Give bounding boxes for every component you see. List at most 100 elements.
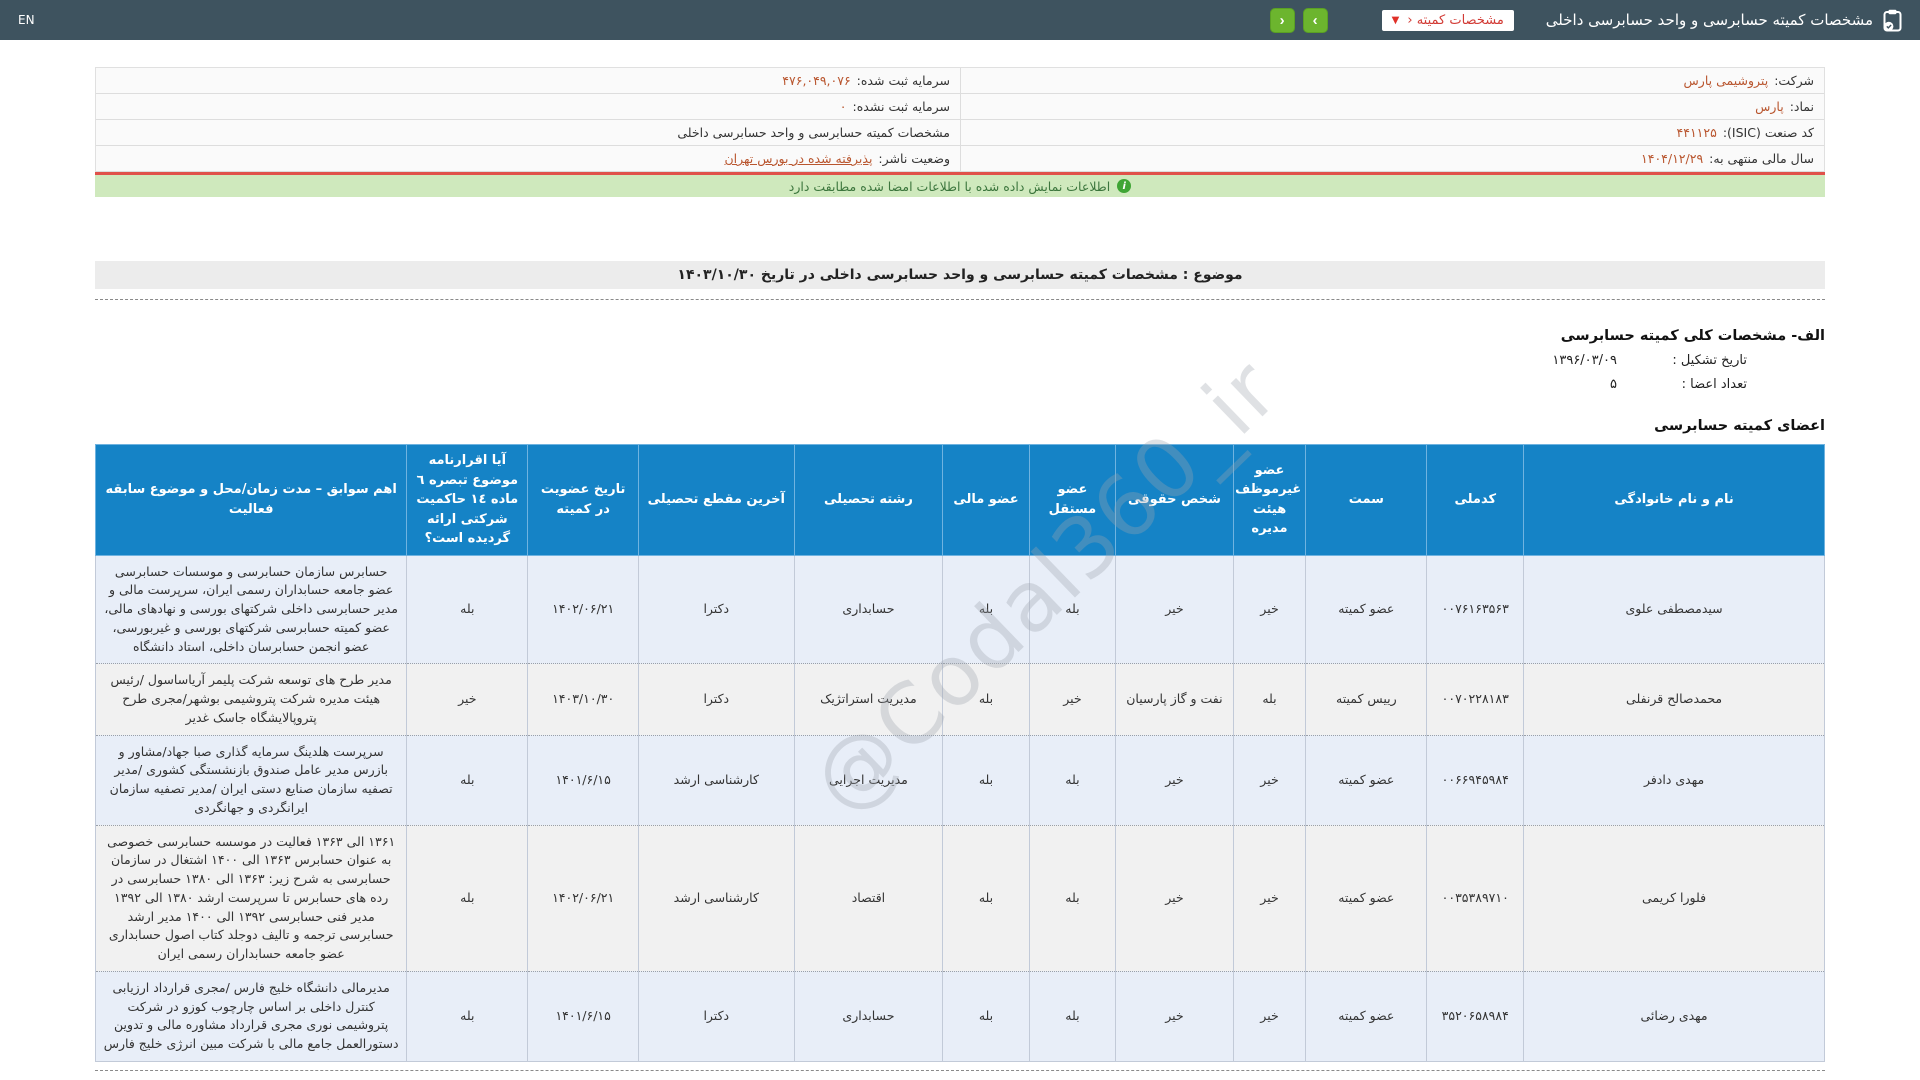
symbol-link[interactable]: پارس <box>1755 99 1784 114</box>
member-history-cell: مدیرمالی دانشگاه خلیج فارس /مجری قرارداد… <box>96 971 407 1061</box>
dashed-separator <box>95 1070 1825 1071</box>
member-cell: بله <box>1233 664 1306 735</box>
formation-date-value: ۱۳۹۶/۰۳/۰۹ <box>1552 353 1617 368</box>
member-cell: محمدصالح قرنفلی <box>1524 664 1825 735</box>
member-cell: نفت و گاز پارسیان <box>1116 664 1234 735</box>
info-row: نماد: پارس سرمایه ثبت نشده: ۰ <box>96 94 1824 120</box>
members-header-row: نام و نام خانوادگیکدملیسمتعضو غیرموظف هی… <box>96 445 1825 556</box>
member-cell: بله <box>1029 735 1115 825</box>
members-column-header: شخص حقوقی <box>1116 445 1234 556</box>
member-cell: بله <box>407 971 528 1061</box>
fiscal-year-value: ۱۴۰۴/۱۲/۲۹ <box>1641 151 1703 166</box>
member-cell: دکترا <box>638 971 794 1061</box>
isic-code-value: ۴۴۱۱۲۵ <box>1677 125 1717 140</box>
company-info-table: شرکت: پتروشیمی پارس سرمایه ثبت شده: ۴۷۶,… <box>95 67 1825 172</box>
registered-capital-label: سرمایه ثبت شده: <box>857 73 950 88</box>
member-cell: خیر <box>1116 555 1234 664</box>
member-cell: کارشناسی ارشد <box>638 735 794 825</box>
member-count-label: تعداد اعضا : <box>1651 377 1747 392</box>
member-cell: اقتصاد <box>794 825 943 971</box>
report-type-dropdown[interactable]: مشخصات کمیته ‹ ▼ <box>1382 10 1514 31</box>
issuer-status-link[interactable]: پذیرفته شده در بورس تهران <box>724 151 872 166</box>
member-count-row: تعداد اعضا : ۵ <box>95 377 1825 392</box>
member-cell: خیر <box>1116 825 1234 971</box>
member-history-cell: حسابرس سازمان حسابرسی و موسسات حسابرسی ع… <box>96 555 407 664</box>
members-column-header: رشته تحصیلی <box>794 445 943 556</box>
member-cell: بله <box>943 825 1029 971</box>
symbol-label: نماد: <box>1790 99 1814 114</box>
formation-date-row: تاریخ تشکیل : ۱۳۹۶/۰۳/۰۹ <box>95 353 1825 368</box>
member-cell: عضو کمیته <box>1306 825 1427 971</box>
isic-code-label: کد صنعت (ISIC): <box>1723 125 1814 140</box>
member-cell: عضو کمیته <box>1306 555 1427 664</box>
members-column-header: سمت <box>1306 445 1427 556</box>
fiscal-year-label: سال مالی منتهی به: <box>1709 151 1814 166</box>
audit-committee-members-table: نام و نام خانوادگیکدملیسمتعضو غیرموظف هی… <box>95 444 1825 1062</box>
member-row: سیدمصطفی علوی۰۰۷۶۱۶۳۵۶۳عضو کمیتهخیرخیربل… <box>96 555 1825 664</box>
member-cell: بله <box>407 735 528 825</box>
member-cell: حسابداری <box>794 555 943 664</box>
members-column-header: کدملی <box>1427 445 1524 556</box>
member-cell: بله <box>407 555 528 664</box>
member-cell: دکترا <box>638 555 794 664</box>
member-cell: ۱۴۰۱/۶/۱۵ <box>528 971 639 1061</box>
member-cell: ۳۵۲۰۶۵۸۹۸۴ <box>1427 971 1524 1061</box>
member-cell: مهدی رضائی <box>1524 971 1825 1061</box>
member-cell: خیر <box>1029 664 1115 735</box>
member-cell: بله <box>943 971 1029 1061</box>
clipboard-icon <box>1883 9 1902 32</box>
members-column-header: آیا اقرارنامه موضوع تبصره ٦ ماده ١٤ حاکم… <box>407 445 528 556</box>
report-navigation: ‹ › <box>1270 8 1328 33</box>
next-report-button[interactable]: › <box>1303 8 1328 33</box>
member-cell: حسابداری <box>794 971 943 1061</box>
member-cell: خیر <box>1233 735 1306 825</box>
members-column-header: عضو مستقل <box>1029 445 1115 556</box>
info-row: کد صنعت (ISIC): ۴۴۱۱۲۵ مشخصات کمیته حساب… <box>96 120 1824 146</box>
section-a-heading: الف- مشخصات کلی کمیته حسابرسی <box>95 328 1825 344</box>
member-cell: سیدمصطفی علوی <box>1524 555 1825 664</box>
chevron-down-icon: ▼ <box>1392 15 1400 26</box>
member-cell: بله <box>1029 555 1115 664</box>
member-cell: عضو کمیته <box>1306 971 1427 1061</box>
member-cell: ۱۴۰۲/۰۶/۲۱ <box>528 825 639 971</box>
main-content: شرکت: پتروشیمی پارس سرمایه ثبت شده: ۴۷۶,… <box>95 67 1825 1080</box>
member-count-value: ۵ <box>1610 377 1617 392</box>
formation-date-label: تاریخ تشکیل : <box>1651 353 1747 368</box>
company-name-link[interactable]: پتروشیمی پارس <box>1684 73 1769 88</box>
member-row: محمدصالح قرنفلی۰۰۷۰۲۲۸۱۸۳رییس کمیتهبلهنف… <box>96 664 1825 735</box>
report-name-text: مشخصات کمیته حسابرسی و واحد حسابرسی داخل… <box>677 125 950 140</box>
member-cell: ۰۰۳۵۳۸۹۷۱۰ <box>1427 825 1524 971</box>
previous-report-button[interactable]: ‹ <box>1270 8 1295 33</box>
english-language-link[interactable]: EN <box>18 13 35 27</box>
member-history-cell: ۱۳۶۱ الی ۱۳۶۳ فعالیت در موسسه حسابرسی خص… <box>96 825 407 971</box>
members-column-header: عضو مالی <box>943 445 1029 556</box>
member-cell: کارشناسی ارشد <box>638 825 794 971</box>
member-history-cell: سرپرست هلدینگ سرمایه گذاری صبا جهاد/مشاو… <box>96 735 407 825</box>
member-cell: ۰۰۶۶۹۴۵۹۸۴ <box>1427 735 1524 825</box>
issuer-status-label: وضعیت ناشر: <box>878 151 950 166</box>
members-column-header: آخرین مقطع تحصیلی <box>638 445 794 556</box>
report-title-group: مشخصات کمیته حسابرسی و واحد حسابرسی داخل… <box>1546 9 1902 32</box>
unregistered-capital-label: سرمایه ثبت نشده: <box>853 99 950 114</box>
members-column-header: تاریخ عضویت در کمیته <box>528 445 639 556</box>
members-column-header: عضو غیرموظف هیئت مدیره <box>1233 445 1306 556</box>
subject-bar: موضوع : مشخصات کمیته حسابرسی و واحد حساب… <box>95 261 1825 289</box>
member-cell: دکترا <box>638 664 794 735</box>
member-cell: بله <box>943 664 1029 735</box>
member-cell: عضو کمیته <box>1306 735 1427 825</box>
members-table-heading: اعضای کمیته حسابرسی <box>95 418 1825 434</box>
member-row: مهدی رضائی۳۵۲۰۶۵۸۹۸۴عضو کمیتهخیرخیربلهبل… <box>96 971 1825 1061</box>
member-cell: ۰۰۷۶۱۶۳۵۶۳ <box>1427 555 1524 664</box>
info-row: سال مالی منتهی به: ۱۴۰۴/۱۲/۲۹ وضعیت ناشر… <box>96 146 1824 172</box>
member-cell: مدیریت اجرایی <box>794 735 943 825</box>
top-bar: مشخصات کمیته حسابرسی و واحد حسابرسی داخل… <box>0 0 1920 40</box>
member-cell: ۱۴۰۲/۰۶/۲۱ <box>528 555 639 664</box>
member-history-cell: مدیر طرح های توسعه شرکت پلیمر آریاساسول … <box>96 664 407 735</box>
member-cell: خیر <box>1233 555 1306 664</box>
dashed-separator <box>95 299 1825 300</box>
member-cell: بله <box>1029 825 1115 971</box>
member-cell: ۰۰۷۰۲۲۸۱۸۳ <box>1427 664 1524 735</box>
member-cell: مدیریت استراتژیک <box>794 664 943 735</box>
member-cell: فلورا کریمی <box>1524 825 1825 971</box>
info-row: شرکت: پتروشیمی پارس سرمایه ثبت شده: ۴۷۶,… <box>96 68 1824 94</box>
